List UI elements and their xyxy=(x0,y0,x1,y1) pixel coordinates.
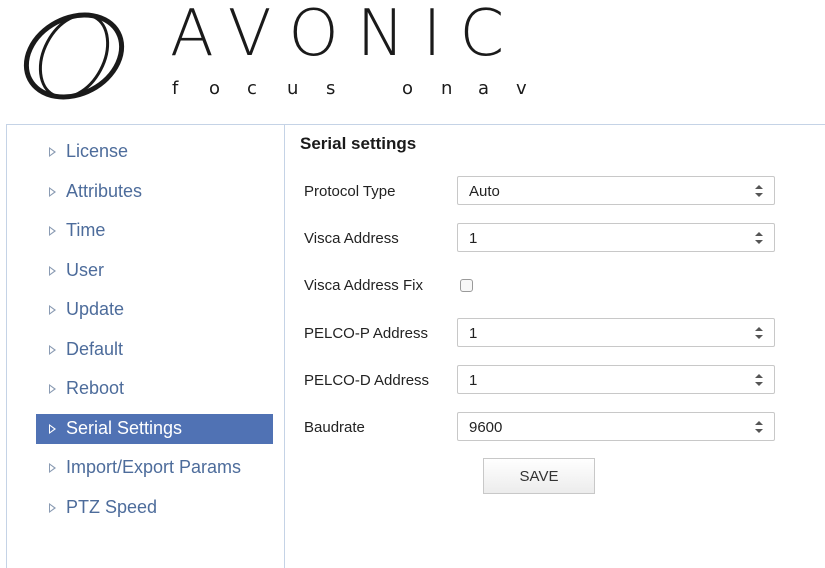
visca-address-fix-label: Visca Address Fix xyxy=(304,277,423,294)
sidebar-item-label: License xyxy=(66,141,129,161)
visca-address-fix-checkbox[interactable] xyxy=(460,279,473,292)
triangle-right-icon xyxy=(49,502,56,513)
sidebar-item-update[interactable]: Update xyxy=(7,292,284,332)
sidebar-item-user[interactable]: User xyxy=(7,253,284,293)
pelco-p-address-select[interactable]: 1 xyxy=(457,318,775,347)
baudrate-select[interactable]: 9600 xyxy=(457,412,775,441)
brand-logo: AVONIC f o c u s o n a v xyxy=(0,0,560,112)
pelco-p-address-label: PELCO-P Address xyxy=(304,325,428,342)
header-divider xyxy=(6,124,825,125)
protocol-type-select[interactable]: Auto xyxy=(457,176,775,205)
sidebar-item-reboot[interactable]: Reboot xyxy=(7,371,284,411)
sidebar-item-label: Attributes xyxy=(66,180,143,201)
pelco-d-address-value: 1 xyxy=(469,372,478,389)
tagline-letter: o xyxy=(402,78,414,99)
triangle-right-icon xyxy=(49,226,56,236)
select-arrows-icon xyxy=(755,232,763,244)
tagline-letter: a xyxy=(478,78,490,99)
sidebar-item-label: PTZ Speed xyxy=(66,496,158,517)
sidebar-nav: License Attributes Time User Update Defa… xyxy=(7,134,284,529)
sidebar-item-label: Import/Export Params xyxy=(66,457,242,477)
visca-address-value: 1 xyxy=(469,230,478,247)
tagline-letter: o xyxy=(209,78,221,99)
triangle-right-icon xyxy=(49,384,56,394)
select-arrows-icon xyxy=(755,185,763,197)
sidebar-item-label: Time xyxy=(66,220,106,240)
brand-name: AVONIC xyxy=(170,0,523,71)
visca-address-label: Visca Address xyxy=(304,230,399,247)
triangle-right-icon xyxy=(49,305,56,315)
sidebar-item-default[interactable]: Default xyxy=(7,332,284,372)
baudrate-label: Baudrate xyxy=(304,419,365,436)
sidebar-item-ptz-speed[interactable]: PTZ Speed xyxy=(7,490,284,530)
sidebar-item-time[interactable]: Time xyxy=(7,213,284,253)
tagline-letter: u xyxy=(287,78,299,99)
baudrate-row: Baudrate 9600 xyxy=(300,412,800,442)
sidebar-item-serial-settings[interactable]: Serial Settings xyxy=(7,411,284,451)
tagline-letter: f xyxy=(172,78,179,99)
tagline-letter: v xyxy=(516,78,527,99)
sidebar-item-label: Serial Settings xyxy=(66,417,183,438)
triangle-right-icon xyxy=(49,344,56,355)
sidebar-item-license[interactable]: License xyxy=(7,134,284,174)
protocol-type-value: Auto xyxy=(469,183,500,200)
triangle-right-icon xyxy=(49,463,56,473)
triangle-right-icon xyxy=(49,423,56,434)
save-button[interactable]: SAVE xyxy=(483,458,595,494)
select-arrows-icon xyxy=(755,327,763,339)
sidebar-item-label: Default xyxy=(66,338,124,359)
baudrate-value: 9600 xyxy=(469,419,503,436)
sidebar-item-import-export-params[interactable]: Import/Export Params xyxy=(7,450,284,490)
sidebar-item-label: Reboot xyxy=(66,378,125,398)
pelco-d-address-label: PELCO-D Address xyxy=(304,372,430,389)
triangle-right-icon xyxy=(49,265,56,276)
triangle-right-icon xyxy=(49,147,56,157)
visca-address-row: Visca Address 1 xyxy=(300,223,800,253)
pelco-p-address-row: PELCO-P Address 1 xyxy=(300,318,800,348)
sidebar-right-border xyxy=(284,124,285,568)
protocol-type-row: Protocol Type Auto xyxy=(300,176,800,206)
visca-address-fix-row: Visca Address Fix xyxy=(300,270,800,300)
pelco-d-address-select[interactable]: 1 xyxy=(457,365,775,394)
sidebar-item-label: Update xyxy=(66,299,125,319)
page-title: Serial settings xyxy=(300,134,417,153)
avonic-logo-icon xyxy=(23,12,125,100)
tagline-letter: s xyxy=(326,78,336,99)
sidebar-item-label: User xyxy=(66,259,105,280)
triangle-right-icon xyxy=(49,186,56,197)
tagline-letter: c xyxy=(247,78,257,99)
tagline-letter: n xyxy=(441,78,453,99)
protocol-type-label: Protocol Type xyxy=(304,183,396,200)
select-arrows-icon xyxy=(755,374,763,386)
pelco-p-address-value: 1 xyxy=(469,325,478,342)
select-arrows-icon xyxy=(755,421,763,433)
visca-address-select[interactable]: 1 xyxy=(457,223,775,252)
sidebar-item-attributes[interactable]: Attributes xyxy=(7,174,284,214)
pelco-d-address-row: PELCO-D Address 1 xyxy=(300,365,800,395)
